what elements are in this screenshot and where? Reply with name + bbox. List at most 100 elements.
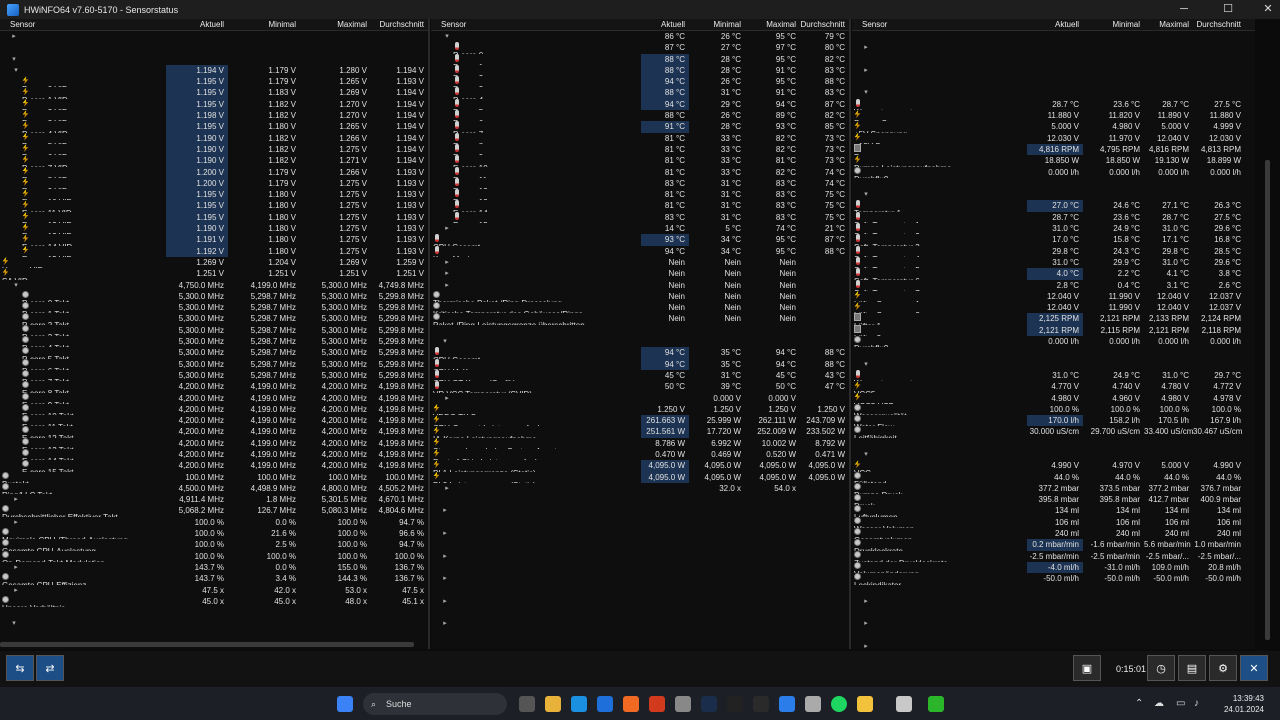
network-icon[interactable]: ▭ xyxy=(1176,698,1185,709)
sensor-row[interactable]: P-core 7 Takt 5,300.0 MHz 5,298.7 MHz 5,300… xyxy=(0,369,428,381)
sensor-row[interactable]: P-core 6 88 °C 26 °C 89 °C 82 °C xyxy=(431,110,849,121)
spotify-icon[interactable] xyxy=(831,696,847,712)
app-icon-dark[interactable] xyxy=(753,696,769,712)
expand-arrow-icon[interactable]: ▸ xyxy=(441,618,449,629)
sensor-row[interactable]: VR VCC Temperatur (SVID) 50 °C 39 °C 50 °C 4… xyxy=(431,381,849,393)
sensor-group-header[interactable]: ▸DDR5 DIMM [#0] (BANK 0/Controller0-DIMM… xyxy=(431,618,849,629)
sensor-group-header[interactable]: ▸Drive: WD_BLACK SN850X 2000GB (222934..… xyxy=(852,42,1255,53)
sensor-row[interactable]: ▸Kern-Leistungsverbrauchs-Limit überschr… xyxy=(431,280,849,291)
expand-arrow-icon[interactable]: ▸ xyxy=(862,65,870,76)
sensor-row[interactable]: P-core 0 VID1.195 V 1.179 V 1.265 V 1.193 V xyxy=(0,76,428,88)
sensor-row[interactable]: P-core 488 °C 31 °C 91 °C 83 °C xyxy=(431,87,849,99)
sensor-row[interactable]: E-core 15 83 °C 31 °C 83 °C 75 °C xyxy=(431,211,849,223)
sensor-row[interactable]: Pumpe Leistungsaufnahme 18.850 W 18.850 W 1… xyxy=(852,155,1255,167)
taskbar-search[interactable]: ⌕ Suche xyxy=(363,693,507,715)
sensor-row[interactable]: E-core 12 83 °C 31 °C 83 °C 74 °C xyxy=(431,177,849,189)
expand-arrow-icon[interactable]: ▸ xyxy=(12,585,20,596)
expand-arrow-icon[interactable]: ▸ xyxy=(10,31,18,42)
sensor-row[interactable]: Kern-Maximum 94 °C 34 °C 95 °C 88 °C xyxy=(431,245,849,257)
sensor-row[interactable]: Ring/LLC Takt 4,500.0 MHz 4,498.9 MHz 4,800… xyxy=(0,482,428,494)
sensor-row[interactable]: P-core 6 VID1.190 V 1.182 V 1.275 V 1.194 V xyxy=(0,143,428,156)
app-icon-grey[interactable] xyxy=(675,696,691,712)
sensor-row[interactable]: Soft. Temperatur 3 17.0 °C 15.8 °C 17.1 °C 1… xyxy=(852,234,1255,246)
sensor-row[interactable]: Luftvolumen 134 ml 134 ml 134 ml 134 ml xyxy=(852,505,1255,517)
sensor-row[interactable]: Pumpe4,816 RPM4,795 RPM4,816 RPM4,813 RP… xyxy=(852,143,1255,156)
sensor-row[interactable]: Thermische Paket-/Ring-Drosselung Nein Nei… xyxy=(431,290,849,302)
sensor-row[interactable]: ▾Kern-Takte 4,750.0 MHz 4,199.0 MHz 5,300.0… xyxy=(0,280,428,291)
sensor-row[interactable]: Durchfluß 0.000 l/h 0.000 l/h 0.000 l/h 0.00… xyxy=(852,166,1255,178)
sensor-panel-2[interactable]: Sensor Aktuell Minimal Maximal Durchschnitt ▾… xyxy=(431,19,849,649)
sensor-row[interactable]: Water Flow170.0 l/h 158.2 l/h 170.5 l/h 167… xyxy=(852,415,1255,427)
sensor-row[interactable]: Lüfter Spannung 1 12.040 V 11.990 V 12.040 … xyxy=(852,290,1255,302)
sensor-row[interactable]: Leitfähigkeit30.000 uS/cm 29.700 uS/cm 33.… xyxy=(852,426,1255,438)
collapse-button[interactable]: ⇄ xyxy=(36,655,64,681)
sensor-row[interactable]: Wasser Volumen 106 ml 106 ml 106 ml 106 ml xyxy=(852,516,1255,528)
sensor-row[interactable]: Lüfter 22,121 RPM2,115 RPM2,121 RPM2,118… xyxy=(852,324,1255,337)
vertical-scrollbar[interactable] xyxy=(1265,160,1270,640)
collapse-arrow-icon[interactable]: ▾ xyxy=(12,280,20,291)
windows-start-icon[interactable] xyxy=(337,696,353,712)
sensor-row[interactable]: P-core 0 87 °C 27 °C 97 °C 80 °C xyxy=(431,42,849,54)
sensor-row[interactable]: E-core 9 Takt 4,200.0 MHz 4,199.0 MHz 4,200… xyxy=(0,392,428,404)
sensor-group-header[interactable]: ▾Aquacomputer Leakshield xyxy=(852,449,1255,460)
sensor-row[interactable]: Paket-/Ring-Leistungsgrenze überschritte… xyxy=(431,313,849,325)
sensor-row[interactable]: ▸Kritische Kern-Temperatur Nein Nein Nein xyxy=(431,268,849,279)
sensor-row[interactable]: VCC5 USB 4.980 V 4.960 V 4.980 V 4.978 V xyxy=(852,392,1255,404)
sensor-row[interactable]: E-core 9 81 °C 33 °C 82 °C 73 °C xyxy=(431,143,849,155)
collapse-arrow-icon[interactable]: ▾ xyxy=(12,65,20,76)
sensor-row[interactable]: +12V Spannung 12.030 V 11.970 V 12.040 V 12.… xyxy=(852,132,1255,144)
sensor-row[interactable]: VCC 4.990 V 4.970 V 5.000 V 4.990 V xyxy=(852,460,1255,472)
sensor-group-header[interactable]: ▸System: ASUS xyxy=(0,31,428,42)
steam-icon[interactable] xyxy=(701,696,717,712)
sensor-row[interactable]: Soft. Temperatur 4 29.8 °C 24.3 °C 29.8 °C 2… xyxy=(852,245,1255,257)
sensor-row[interactable]: E-core 9 VID1.200 V 1.179 V 1.275 V 1.193 V xyxy=(0,177,428,190)
sensor-row[interactable]: P-core 791 °C 28 °C 93 °C 85 °C xyxy=(431,121,849,133)
expand-arrow-icon[interactable]: ▸ xyxy=(12,494,20,505)
sensor-row[interactable]: Volumenänderung-4.0 ml/h -31.0 ml/h 109.0 … xyxy=(852,561,1255,574)
sensor-group-header[interactable]: ▾Aquacomputer D5 Next xyxy=(852,87,1255,98)
sensor-row[interactable]: ▾Core VIDs1.194 V1.179 V1.280 V1.194 V xyxy=(0,64,428,77)
expand-arrow-icon[interactable]: ▸ xyxy=(862,641,870,649)
sensor-row[interactable]: P-core 1 VID1.195 V 1.183 V 1.269 V 1.194 V xyxy=(0,87,428,99)
sensor-row[interactable]: Wassertemperatur 31.0 °C 24.9 °C 31.0 °C 29.… xyxy=(852,369,1255,381)
sensor-row[interactable]: Soft. Temperatur 5 31.0 °C 29.9 °C 31.0 °C 2… xyxy=(852,256,1255,268)
expand-arrow-icon[interactable]: ▸ xyxy=(443,483,451,494)
sensor-group-header[interactable]: ▸ASUS EC: ASUS xyxy=(431,596,849,607)
sensor-group-header[interactable]: ▸RTSS xyxy=(852,596,1255,607)
sensor-row[interactable]: Uncore VID 1.269 V 1.204 V 1.269 V 1.259 V xyxy=(0,256,428,268)
sensor-row[interactable]: Durchfluß 0.000 l/h 0.000 l/h 0.000 l/h 0.00… xyxy=(852,336,1255,347)
sensor-group-header[interactable]: ▾CPU [#0]: Intel Core i7-13700K: DTS xyxy=(0,618,428,629)
sensor-group-header[interactable]: ▸GPU [#0]: NVIDIA GeForce RTX 4090: xyxy=(852,65,1255,76)
expand-arrow-icon[interactable]: ▸ xyxy=(443,280,451,291)
sensor-row[interactable]: CPU-Gesamt-Leistungsaufnahme261.663 W 25.… xyxy=(431,415,849,427)
sensor-panel-3[interactable]: Sensor Aktuell Minimal Maximal Durchschnitt ▸… xyxy=(852,19,1255,649)
sensor-row[interactable]: E-core 8 Takt 4,200.0 MHz 4,199.0 MHz 4,200… xyxy=(0,381,428,393)
sensor-row[interactable]: ▸Effektive Kerntakte 4,911.4 MHz 1.8 MHz 5,… xyxy=(0,494,428,505)
sensor-row[interactable]: Stromverbrauch des System Agent 8.786 W 6.… xyxy=(431,437,849,449)
expand-arrow-icon[interactable]: ▸ xyxy=(441,573,449,584)
sensor-row[interactable]: Wasserqualität 100.0 % 100.0 % 100.0 % 100.0… xyxy=(852,403,1255,415)
sensor-row[interactable]: ▸Kern-Effizienz 143.7 % 0.0 % 155.0 % 136.7 … xyxy=(0,562,428,573)
sensor-row[interactable]: Wassertemperatur 28.7 °C 23.6 °C 28.7 °C 27.… xyxy=(852,98,1255,110)
app-icon-red[interactable] xyxy=(649,696,665,712)
app-icon-blue[interactable] xyxy=(779,696,795,712)
cloud-icon[interactable]: ☁ xyxy=(1154,698,1164,709)
expand-arrow-icon[interactable]: ▸ xyxy=(862,618,870,629)
sensor-row[interactable]: E-core 11 VID1.195 V 1.180 V 1.275 V 1.193 … xyxy=(0,200,428,212)
sensor-row[interactable]: E-core 14 VID1.191 V 1.180 V 1.275 V 1.193 … xyxy=(0,234,428,246)
sensor-row[interactable]: E-core 10 VID1.195 V 1.180 V 1.275 V 1.193 … xyxy=(0,189,428,201)
sensor-row[interactable]: Soft. Temperatur 64.0 °C 2.2 °C 4.1 °C 3.8 … xyxy=(852,268,1255,280)
sensor-row[interactable]: P-core 4 Takt 5,300.0 MHz 5,298.7 MHz 5,300… xyxy=(0,336,428,347)
sensor-row[interactable]: ▸OC-Multiplikatorlimits 32.0 x 54.0 x xyxy=(431,483,849,494)
expand-arrow-icon[interactable]: ▸ xyxy=(441,551,449,562)
sensor-row[interactable]: ▸Thermische Kern-Drosselung Nein Nein Nein xyxy=(431,257,849,268)
sensor-row[interactable]: Gesamte CPU-Auslastung 100.0 % 2.5 % 100.0 … xyxy=(0,539,428,551)
expand-arrow-icon[interactable]: ▸ xyxy=(443,223,451,234)
expand-arrow-icon[interactable]: ▸ xyxy=(862,596,870,607)
sensor-row[interactable]: P-core 2 Takt 5,300.0 MHz 5,298.7 MHz 5,300… xyxy=(0,313,428,325)
sensor-row[interactable]: E-core 12 Takt 4,200.0 MHz 4,199.0 MHz 4,20… xyxy=(0,426,428,438)
sensor-row[interactable]: P-core 3 Takt 5,300.0 MHz 5,298.7 MHz 5,300… xyxy=(0,324,428,336)
sensor-group-header[interactable]: ▸Speicher-Timings xyxy=(431,528,849,539)
sensor-row[interactable]: E-core 15 Takt 4,200.0 MHz 4,199.0 MHz 4,20… xyxy=(0,460,428,472)
sensor-row[interactable]: Füllstand 44.0 % 44.0 % 44.0 % 44.0 % xyxy=(852,471,1255,483)
